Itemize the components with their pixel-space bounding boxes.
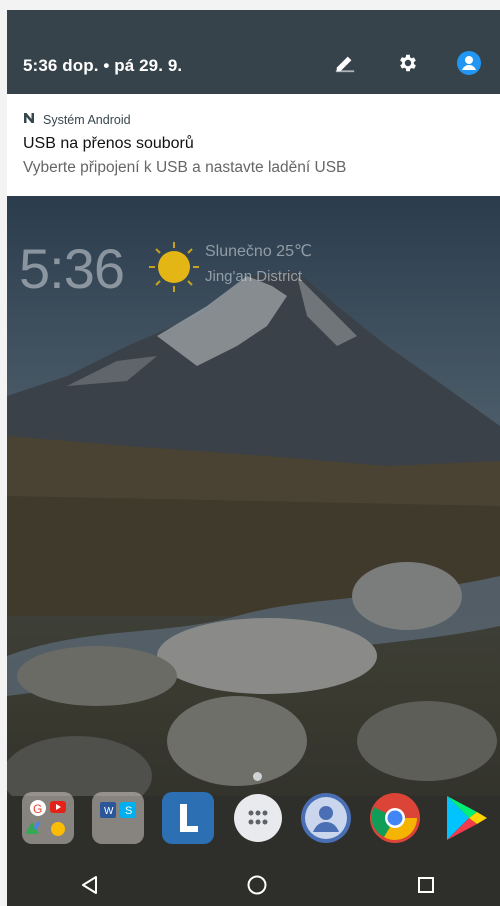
play-store-icon[interactable] [439,792,491,844]
usb-notification[interactable]: Systém Android USB na přenos souborů Vyb… [7,94,500,197]
phone-screen: 5:36 dop. • pá 29. 9. Systém Android USB… [7,10,500,906]
edit-icon[interactable] [330,48,360,78]
android-system-icon [23,112,37,127]
svg-text:W: W [104,806,114,817]
sunny-weather-icon [147,240,201,294]
notification-app-header: Systém Android [23,112,131,127]
chrome-icon[interactable] [369,792,421,844]
google-apps-folder[interactable]: G [22,792,74,844]
app-drawer-icon[interactable] [232,792,284,844]
weather-condition: Slunečno 25℃ [205,243,312,260]
user-account-icon[interactable] [454,48,484,78]
weather-location: Jing'an District [205,268,303,285]
svg-text:G: G [33,802,42,816]
back-icon[interactable] [75,870,105,900]
home-icon[interactable] [242,870,272,900]
app-dock: G W S [7,792,500,854]
settings-gear-icon[interactable] [393,48,423,78]
office-apps-folder[interactable]: W S [92,792,144,844]
page-indicator-dot [253,772,262,781]
notification-text: Vyberte připojení k USB a nastavte laděn… [23,159,347,176]
svg-text:S: S [125,805,132,817]
notification-title: USB na přenos souborů [23,135,194,152]
contacts-icon[interactable] [300,792,352,844]
time-date-label: 5:36 dop. • pá 29. 9. [23,56,183,75]
notification-shade-header: 5:36 dop. • pá 29. 9. [7,10,500,94]
navigation-bar [7,862,500,906]
clock-widget-time[interactable]: 5:36 [19,236,125,301]
l-app-icon[interactable] [162,792,214,844]
recents-icon[interactable] [411,870,441,900]
notification-app-name: Systém Android [43,112,131,127]
